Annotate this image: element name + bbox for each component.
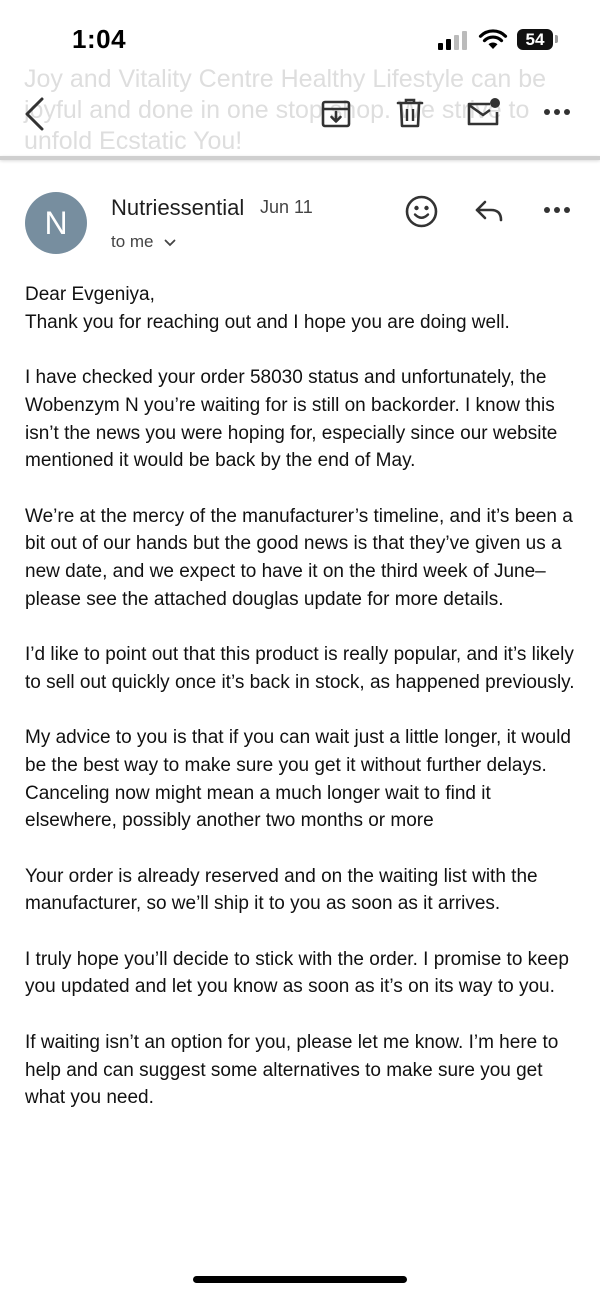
- archive-icon[interactable]: [320, 98, 352, 130]
- cellular-signal-icon: [438, 30, 470, 50]
- body-paragraph: I have checked your order 58030 status a…: [25, 367, 558, 472]
- mark-unread-icon[interactable]: [466, 96, 502, 128]
- message-more-icon[interactable]: [543, 206, 571, 214]
- status-bar: 1:04 54: [0, 0, 600, 70]
- body-paragraph: Thank you for reaching out and I hope yo…: [25, 311, 510, 333]
- battery-indicator: 54: [517, 29, 553, 50]
- body-paragraph: We’re at the mercy of the manufacturer’s…: [25, 505, 573, 610]
- recipient-label: to me: [111, 232, 154, 251]
- body-paragraph: My advice to you is that if you can wait…: [25, 727, 571, 832]
- email-toolbar: [0, 92, 600, 138]
- greeting: Dear Evgeniya,: [25, 284, 155, 305]
- back-arrow-icon[interactable]: [22, 96, 48, 132]
- body-paragraph: If waiting isn’t an option for you, plea…: [25, 1031, 559, 1109]
- message-date: Jun 11: [260, 197, 313, 217]
- battery-tip: [555, 35, 558, 43]
- message-header: N Nutriessential Jun 11 to me: [0, 190, 600, 260]
- toolbar-divider: [0, 156, 600, 160]
- trash-icon[interactable]: [396, 97, 424, 129]
- body-paragraph: I truly hope you’ll decide to stick with…: [25, 948, 569, 998]
- reply-icon[interactable]: [474, 199, 504, 223]
- home-indicator[interactable]: [193, 1276, 407, 1283]
- wifi-icon: [478, 29, 508, 49]
- chevron-down-icon: [164, 239, 176, 247]
- status-time: 1:04: [72, 24, 127, 54]
- more-horizontal-icon[interactable]: [543, 108, 571, 116]
- recipient-details[interactable]: to me: [111, 232, 176, 252]
- message-body: Dear Evgeniya, Thank you for reaching ou…: [25, 281, 585, 1140]
- emoji-reaction-icon[interactable]: [405, 195, 438, 228]
- sender-avatar[interactable]: N: [25, 192, 87, 254]
- body-paragraph: Your order is already reserved and on th…: [25, 865, 538, 915]
- body-paragraph: I’d like to point out that this product …: [25, 644, 575, 693]
- sender-name[interactable]: Nutriessential: [111, 195, 244, 221]
